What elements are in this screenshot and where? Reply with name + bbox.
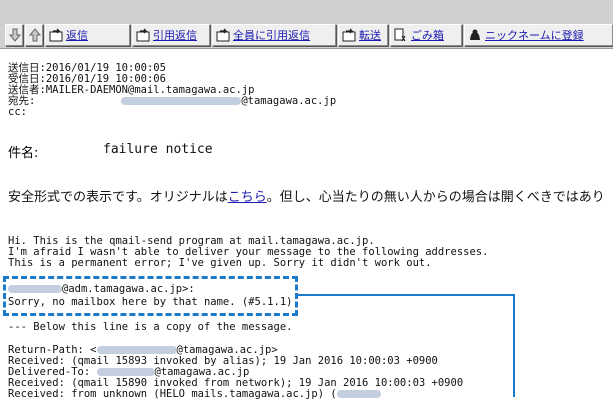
to-line: 宛先: @tamagawa.ac.jp: [8, 96, 336, 107]
redacted-recipient: [121, 97, 242, 105]
body-line-3: This is a permanent error; I've given up…: [8, 257, 432, 269]
reply-label: 返信: [66, 29, 88, 42]
received-header-3-text: Received: from unknown (HELO mails.tamag…: [8, 388, 337, 400]
forward-button[interactable]: 転送: [338, 24, 388, 46]
highlight-box: [3, 276, 298, 316]
callout-line-vertical: [513, 294, 515, 397]
safe-mode-notice: 安全形式での表示です。オリジナルはこちら。但し、心当たりの無い人からの場合は開く…: [8, 186, 605, 205]
forward-icon: [342, 28, 356, 42]
nickname-icon: [468, 28, 482, 42]
callout-line-horizontal: [298, 294, 514, 296]
trash-icon: [394, 28, 408, 42]
toolbar-divider: [0, 48, 613, 49]
reply-all-button[interactable]: 全員に引用返信: [212, 24, 336, 46]
arrow-down-icon: [9, 28, 23, 42]
to-domain: @tamagawa.ac.jp: [241, 95, 337, 107]
redacted-delivered-user: [96, 368, 155, 376]
quote-reply-button[interactable]: 引用返信: [132, 24, 210, 46]
subject-value: failure notice: [103, 142, 213, 157]
safe-notice-warning: 。但し、心当たりの無い人からの場合は開くべきではあり: [266, 190, 605, 205]
next-message-button[interactable]: [5, 24, 23, 46]
nickname-button[interactable]: ニックネームに登録: [464, 24, 613, 46]
nickname-label: ニックネームに登録: [485, 29, 584, 42]
trash-button[interactable]: ごみ箱: [390, 24, 462, 46]
forward-label: 転送: [359, 29, 381, 42]
copy-separator: --- Below this line is a copy of the mes…: [8, 321, 293, 333]
quote-reply-icon: [136, 28, 150, 42]
sender: 送信者:MAILER-DAEMON@mail.tamagawa.ac.jp: [8, 84, 255, 96]
received-date: 受信日:2016/01/19 10:00:06: [8, 73, 166, 85]
subject-label: 件名:: [8, 146, 39, 161]
received-header-3: Received: from unknown (HELO mails.tamag…: [8, 388, 381, 400]
reply-icon: [49, 28, 63, 42]
prev-message-button[interactable]: [25, 24, 43, 46]
reply-all-label: 全員に引用返信: [233, 29, 310, 42]
trash-label: ごみ箱: [411, 29, 444, 42]
reply-button[interactable]: 返信: [45, 24, 130, 46]
cc-label: cc:: [8, 106, 27, 118]
quote-reply-label: 引用返信: [153, 29, 197, 42]
reply-all-icon: [216, 28, 230, 42]
safe-notice-text: 安全形式での表示です。オリジナルは: [8, 190, 228, 205]
original-link[interactable]: こちら: [228, 190, 267, 205]
sent-date: 送信日:2016/01/19 10:00:05: [8, 62, 166, 74]
arrow-up-icon: [29, 28, 43, 42]
redacted-return-user: [96, 346, 177, 354]
